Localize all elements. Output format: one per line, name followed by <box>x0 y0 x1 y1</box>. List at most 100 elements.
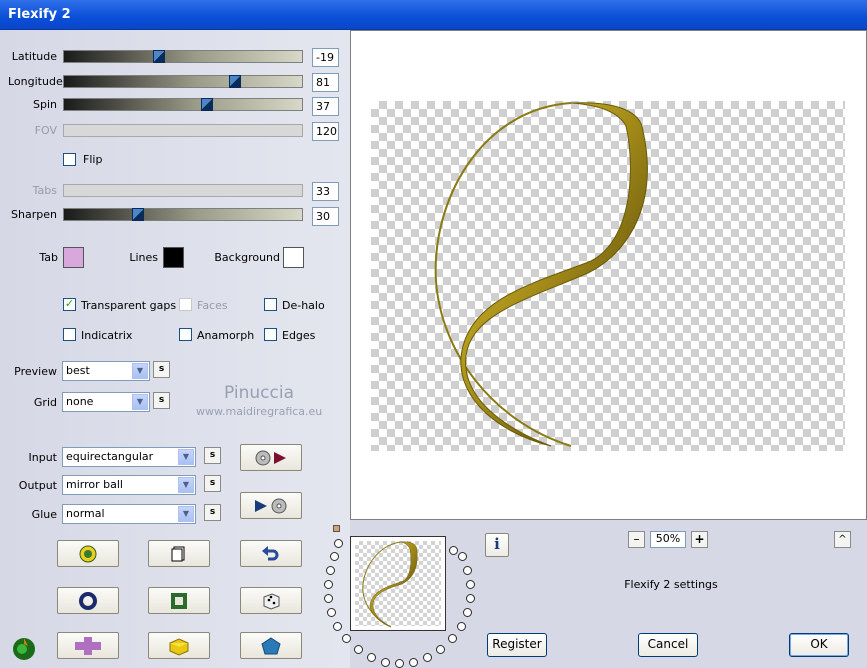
undo-button[interactable] <box>240 540 302 567</box>
lines-color-label: Lines <box>129 251 158 264</box>
preview-s-button[interactable]: s <box>153 361 170 378</box>
cancel-button[interactable]: Cancel <box>638 633 698 657</box>
preview-select[interactable]: best ▼ <box>62 361 150 381</box>
preview-label: Preview <box>14 365 57 378</box>
rotation-dot[interactable] <box>326 566 335 575</box>
dice-button[interactable] <box>240 587 302 614</box>
latitude-slider-thumb[interactable] <box>153 50 165 63</box>
zoom-in-button[interactable]: + <box>691 531 708 548</box>
rotation-dot[interactable] <box>342 634 351 643</box>
rotation-dot[interactable] <box>466 580 475 589</box>
spin-slider-thumb[interactable] <box>201 98 213 111</box>
pentagon-shape-button[interactable] <box>240 632 302 659</box>
randomize-button[interactable] <box>57 540 119 567</box>
indicatrix-label: Indicatrix <box>81 329 133 342</box>
grid-s-button[interactable]: s <box>153 392 170 409</box>
input-select[interactable]: equirectangular ▼ <box>62 447 196 467</box>
ring-button[interactable] <box>57 587 119 614</box>
longitude-slider-thumb[interactable] <box>229 75 241 88</box>
flip-checkbox[interactable] <box>63 153 76 166</box>
zoom-value: 50% <box>650 531 686 548</box>
sharpen-label: Sharpen <box>11 208 57 221</box>
chevron-down-icon[interactable]: ▼ <box>132 363 148 379</box>
lines-color-swatch[interactable] <box>163 247 184 268</box>
sharpen-slider[interactable] <box>63 208 303 221</box>
chevron-down-icon[interactable]: ▼ <box>178 449 194 465</box>
output-s-button[interactable]: s <box>204 475 221 492</box>
rotation-dot[interactable] <box>367 653 376 662</box>
sharpen-value[interactable]: 30 <box>312 207 339 226</box>
rotation-dot[interactable] <box>423 653 432 662</box>
tabs-label: Tabs <box>32 184 57 197</box>
chevron-down-icon[interactable]: ▼ <box>178 506 194 522</box>
expand-button[interactable]: ^ <box>834 531 851 548</box>
sharpen-slider-thumb[interactable] <box>132 208 144 221</box>
rotation-dot[interactable] <box>324 580 333 589</box>
save-preset-button[interactable] <box>240 492 302 519</box>
indicatrix-checkbox[interactable] <box>63 328 76 341</box>
frame-icon <box>171 592 187 609</box>
load-preset-button[interactable] <box>240 444 302 471</box>
rotation-dot[interactable] <box>395 659 404 668</box>
glue-select[interactable]: normal ▼ <box>62 504 196 524</box>
preview-select-value: best <box>66 364 90 377</box>
rotation-dot[interactable] <box>381 658 390 667</box>
rotation-dot[interactable] <box>354 645 363 654</box>
faces-checkbox <box>179 298 192 311</box>
rotation-dot[interactable] <box>449 546 458 555</box>
rotation-dot[interactable] <box>463 608 472 617</box>
fov-label: FOV <box>34 124 57 137</box>
register-button[interactable]: Register <box>487 633 547 657</box>
tabs-value[interactable]: 33 <box>312 182 339 201</box>
rotation-dot[interactable] <box>448 634 457 643</box>
navigator-thumbnail[interactable] <box>350 536 446 631</box>
anamorph-checkbox[interactable] <box>179 328 192 341</box>
input-label: Input <box>28 451 57 464</box>
rotation-dot[interactable] <box>327 608 336 617</box>
anamorph-label: Anamorph <box>197 329 255 342</box>
grid-label: Grid <box>33 396 57 409</box>
rotation-dot[interactable] <box>457 622 466 631</box>
output-select[interactable]: mirror ball ▼ <box>62 475 196 495</box>
longitude-value[interactable]: 81 <box>312 73 339 92</box>
rotation-dot[interactable] <box>334 539 343 548</box>
transparent-gaps-checkbox[interactable]: ✓ <box>63 298 76 311</box>
navigator-handle[interactable] <box>333 525 340 532</box>
latitude-slider[interactable] <box>63 50 303 63</box>
grid-select[interactable]: none ▼ <box>62 392 150 412</box>
input-select-value: equirectangular <box>66 450 154 463</box>
rotation-dot[interactable] <box>333 622 342 631</box>
tab-color-swatch[interactable] <box>63 247 84 268</box>
rotation-dot[interactable] <box>463 566 472 575</box>
preview-panel[interactable] <box>350 30 867 520</box>
glue-s-button[interactable]: s <box>204 504 221 521</box>
rotation-dot[interactable] <box>324 594 333 603</box>
rotation-dot[interactable] <box>409 658 418 667</box>
spin-value[interactable]: 37 <box>312 97 339 116</box>
de-halo-label: De-halo <box>282 299 325 312</box>
latitude-value[interactable]: -19 <box>312 48 339 67</box>
document-icon <box>171 546 185 561</box>
background-color-swatch[interactable] <box>283 247 304 268</box>
cross-shape-button[interactable] <box>57 632 119 659</box>
fov-value[interactable]: 120 <box>312 122 339 141</box>
output-label: Output <box>18 479 57 492</box>
info-button[interactable]: i <box>485 533 509 557</box>
frame-button[interactable] <box>148 587 210 614</box>
chevron-down-icon[interactable]: ▼ <box>178 477 194 493</box>
logo-icon <box>13 638 35 660</box>
longitude-slider[interactable] <box>63 75 303 88</box>
rotation-dot[interactable] <box>330 552 339 561</box>
spin-slider[interactable] <box>63 98 303 111</box>
rotation-dot[interactable] <box>466 594 475 603</box>
chevron-down-icon[interactable]: ▼ <box>132 394 148 410</box>
input-s-button[interactable]: s <box>204 447 221 464</box>
copy-button[interactable] <box>148 540 210 567</box>
cube-shape-button[interactable] <box>148 632 210 659</box>
zoom-out-button[interactable]: – <box>628 531 645 548</box>
rotation-dot[interactable] <box>436 645 445 654</box>
edges-checkbox[interactable] <box>264 328 277 341</box>
de-halo-checkbox[interactable] <box>264 298 277 311</box>
rotation-dot[interactable] <box>458 552 467 561</box>
ok-button[interactable]: OK <box>789 633 849 657</box>
